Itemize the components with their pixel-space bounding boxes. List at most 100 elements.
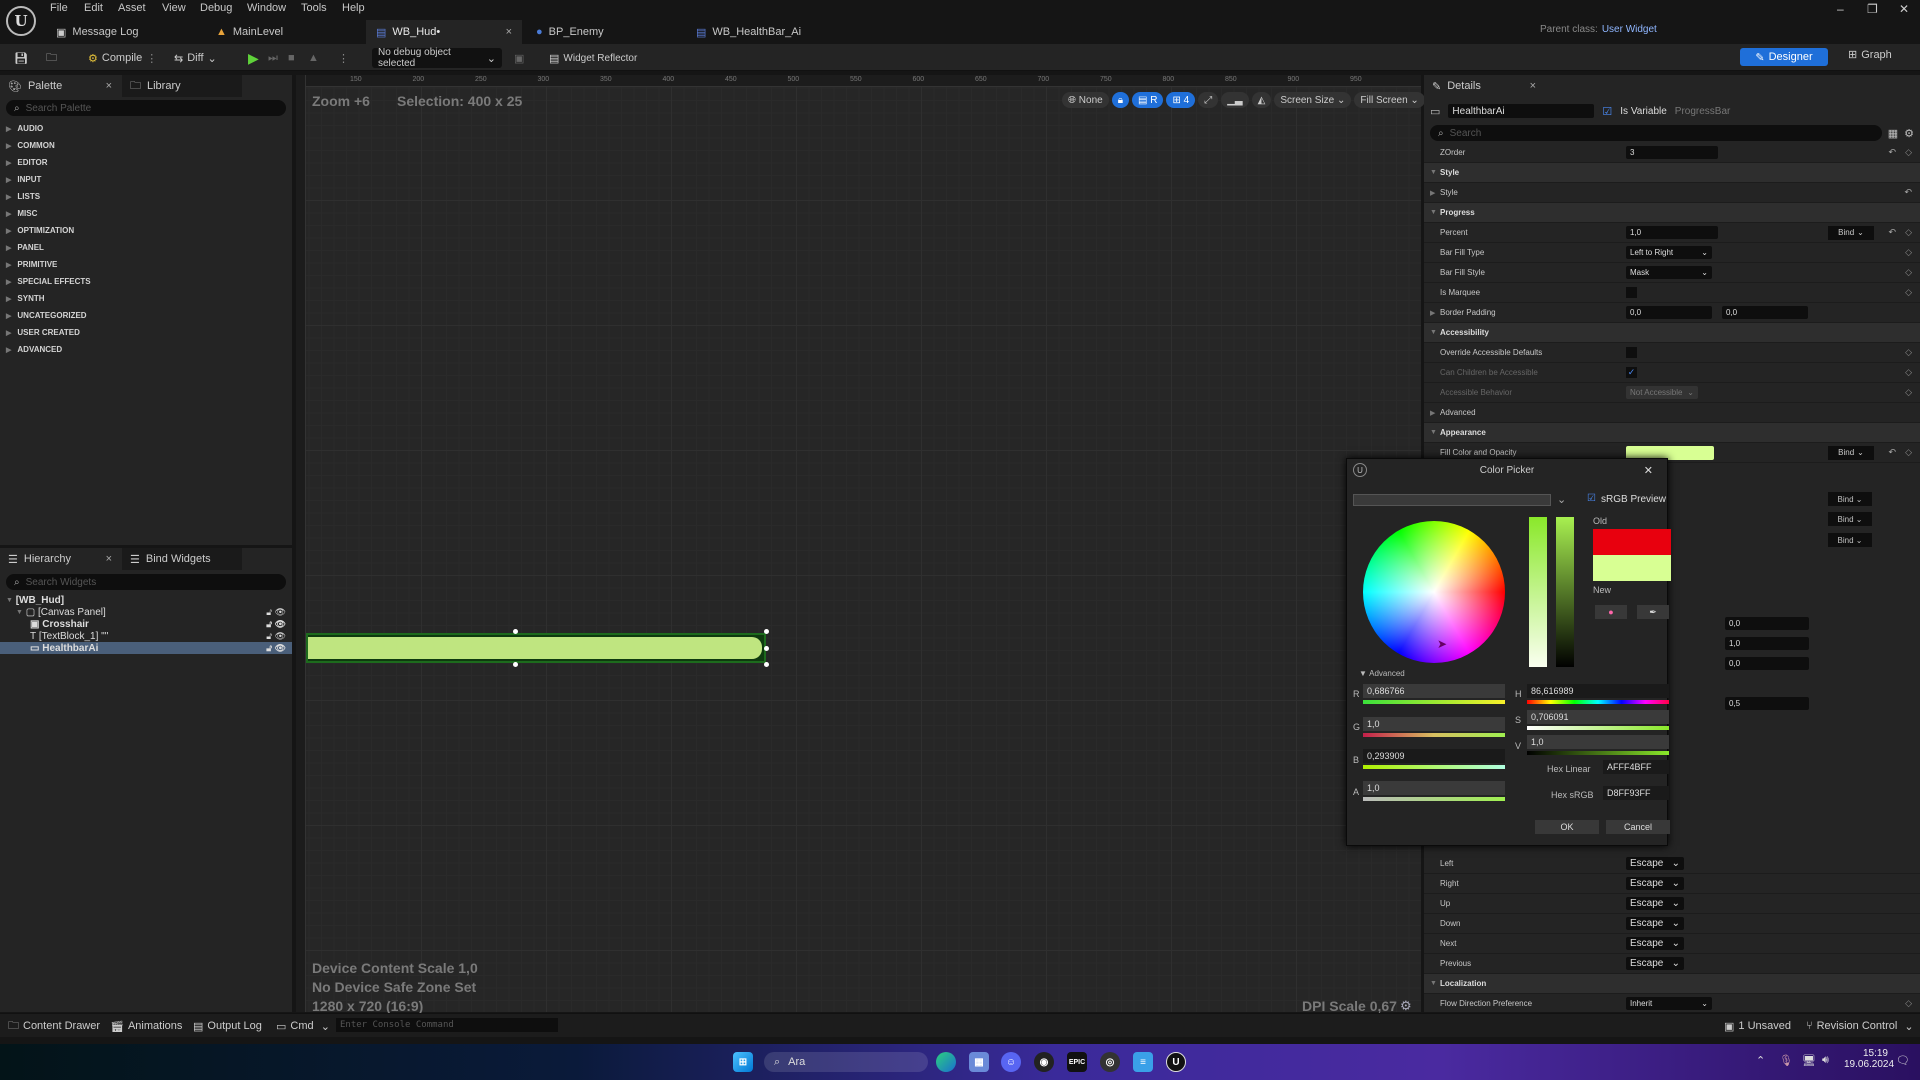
keyframe-diamond-icon[interactable]: ◇ (1905, 347, 1912, 358)
property-value-field[interactable]: 1,0 (1725, 637, 1809, 650)
details-section-header[interactable]: ▼ Style (1424, 163, 1920, 183)
resize-handle-right[interactable] (764, 646, 769, 651)
b-slider[interactable] (1363, 765, 1505, 769)
property-row[interactable]: ▶ Style ↶ (1424, 183, 1920, 203)
keyframe-diamond-icon[interactable]: ◇ (1905, 267, 1912, 278)
b-input[interactable]: 0,293909 (1363, 749, 1505, 763)
minimize-button[interactable]: – (1837, 2, 1844, 16)
r-input[interactable]: 0,686766 (1363, 684, 1505, 698)
g-slider[interactable] (1363, 733, 1505, 737)
unreal-logo-icon[interactable]: U (6, 6, 36, 36)
cmd-dropdown[interactable]: ▭ Cmd ⌄ (276, 1018, 330, 1034)
tree-item-healthbarai[interactable]: ▭ HealthbarAi 🔓︎ 👁︎ (0, 642, 292, 654)
bind-dropdown[interactable]: Bind ⌄ (1828, 445, 1874, 460)
close-icon[interactable]: × (1530, 80, 1536, 92)
screen-size-dropdown[interactable]: Screen Size ⌄ (1274, 92, 1352, 108)
palette-category[interactable]: ▶ LISTS (0, 188, 292, 205)
epic-games-icon[interactable]: EPIC (1067, 1052, 1087, 1072)
tab-bp-enemy[interactable]: ● BP_Enemy (526, 20, 686, 44)
table-view-icon[interactable]: ▦ (1888, 127, 1898, 140)
menu-file[interactable]: File (50, 2, 68, 14)
close-tab-icon[interactable]: × (506, 26, 512, 38)
tab-main-level[interactable]: ▲ MainLevel (206, 20, 366, 44)
s-input[interactable]: 0,706091 (1527, 710, 1669, 724)
microphone-icon[interactable]: 🎙︎ (1779, 1054, 1793, 1067)
color-theme-bar[interactable] (1353, 494, 1551, 506)
chevron-down-icon[interactable]: ⌄ (1557, 493, 1566, 506)
flip-button[interactable]: ◭ (1251, 92, 1272, 108)
reset-icon[interactable]: ↶ (1888, 447, 1896, 458)
designer-button[interactable]: ✎ Designer (1740, 48, 1828, 66)
srgb-preview-checkbox[interactable]: ☑ (1587, 493, 1596, 504)
details-section-header[interactable]: ▼ Accessibility (1424, 323, 1920, 343)
lock-toggle[interactable]: 🔒︎ (1111, 92, 1130, 108)
volume-icon[interactable]: 🔊︎ (1822, 1054, 1829, 1067)
designer-canvas[interactable] (296, 75, 1421, 1012)
close-dialog-button[interactable]: ✕ (1644, 464, 1653, 477)
show-hidden-icons[interactable]: ⌃ (1756, 1054, 1765, 1067)
tree-item-crosshair[interactable]: ▣ Crosshair 🔓︎ 👁︎ (0, 618, 292, 630)
s-slider[interactable] (1527, 726, 1669, 730)
close-icon[interactable]: × (106, 553, 112, 565)
dpi-settings-icon[interactable]: ⚙ (1400, 998, 1412, 1014)
bind-dropdown[interactable]: Bind ⌄ (1828, 225, 1874, 240)
property-value-field[interactable]: 0,0 (1626, 306, 1712, 319)
hex-linear-input[interactable]: AFFF4BFF (1603, 760, 1669, 774)
details-section-header[interactable]: ▼ Appearance (1424, 423, 1920, 443)
localization-preview-button[interactable]: 🌐︎ None (1062, 92, 1109, 108)
cancel-button[interactable]: Cancel (1606, 820, 1670, 834)
tree-item-canvas-panel[interactable]: ▼ ▢ [Canvas Panel] 🔓︎ 👁︎ (0, 606, 292, 618)
property-checkbox[interactable] (1626, 347, 1637, 358)
palette-category[interactable]: ▶ ADVANCED (0, 341, 292, 358)
eject-button[interactable]: ▲ (304, 48, 323, 68)
obs-icon[interactable]: ◎ (1100, 1052, 1120, 1072)
advanced-toggle[interactable]: ▼ Advanced (1359, 669, 1405, 678)
tab-palette[interactable]: 🎨︎ Palette × (0, 75, 120, 97)
property-value-field[interactable]: 0,0 (1725, 617, 1809, 630)
settings-icon[interactable]: ⚙ (1904, 127, 1914, 140)
menu-window[interactable]: Window (247, 2, 286, 14)
widget-reflector-button[interactable]: ▤ Widget Reflector (545, 48, 641, 68)
keyframe-diamond-icon[interactable]: ◇ (1905, 998, 1912, 1009)
menu-help[interactable]: Help (342, 2, 365, 14)
discord-icon[interactable]: ☺ (1001, 1052, 1021, 1072)
grid-snap-toggle[interactable]: ⊞ 4 (1166, 92, 1196, 108)
navigation-dropdown[interactable]: Escape ⌄ (1626, 937, 1684, 950)
keyframe-diamond-icon[interactable]: ◇ (1905, 447, 1912, 458)
keyframe-diamond-icon[interactable]: ◇ (1905, 227, 1912, 238)
step-button[interactable]: ⏭ (264, 48, 282, 68)
property-value-field[interactable]: Left to Right ⌄ (1626, 246, 1712, 259)
v-slider[interactable] (1527, 751, 1669, 755)
bind-dropdown[interactable]: Bind ⌄ (1828, 492, 1872, 506)
revision-control-button[interactable]: ⑂ Revision Control ⌄ (1806, 1018, 1914, 1034)
compile-button[interactable]: ⚙ Compile ⋮ (84, 48, 161, 68)
tree-item-textblock[interactable]: T [TextBlock_1] "" 🔓︎ 👁︎ (0, 630, 292, 642)
flow-direction-dropdown[interactable]: Inherit ⌄ (1626, 997, 1712, 1010)
parent-class-link[interactable]: User Widget (1602, 24, 1657, 35)
edge-icon[interactable] (936, 1052, 956, 1072)
keyframe-diamond-icon[interactable]: ◇ (1905, 367, 1912, 378)
debug-browse-button[interactable]: ▣ (510, 48, 528, 68)
navigation-dropdown[interactable]: Escape ⌄ (1626, 897, 1684, 910)
respect-locks-toggle[interactable]: ▤ R (1132, 92, 1164, 108)
r-slider[interactable] (1363, 700, 1505, 704)
maximize-button[interactable]: ❐ (1867, 2, 1878, 16)
healthbar-widget[interactable] (306, 629, 769, 667)
palette-category[interactable]: ▶ COMMON (0, 137, 292, 154)
palette-search-input[interactable]: ⌕ Search Palette (6, 100, 286, 116)
fill-screen-dropdown[interactable]: Fill Screen ⌄ (1354, 92, 1425, 108)
menu-edit[interactable]: Edit (84, 2, 103, 14)
palette-category[interactable]: ▶ PRIMITIVE (0, 256, 292, 273)
lock-visibility-icons[interactable]: 🔓︎ 👁︎ (266, 631, 286, 642)
menu-asset[interactable]: Asset (118, 2, 146, 14)
property-checkbox[interactable] (1626, 287, 1637, 298)
is-variable-checkbox[interactable]: ☑ (1602, 105, 1612, 118)
property-row[interactable]: ▶ Border Padding 0,0 0,0 (1424, 303, 1920, 323)
property-value-field[interactable]: 0,5 (1725, 697, 1809, 710)
menu-view[interactable]: View (162, 2, 186, 14)
palette-category[interactable]: ▶ SYNTH (0, 290, 292, 307)
content-drawer-button[interactable]: 🗀 Content Drawer (8, 1018, 100, 1034)
reset-icon[interactable]: ↶ (1888, 147, 1896, 158)
keyframe-diamond-icon[interactable]: ◇ (1905, 287, 1912, 298)
navigation-dropdown[interactable]: Escape ⌄ (1626, 877, 1684, 890)
